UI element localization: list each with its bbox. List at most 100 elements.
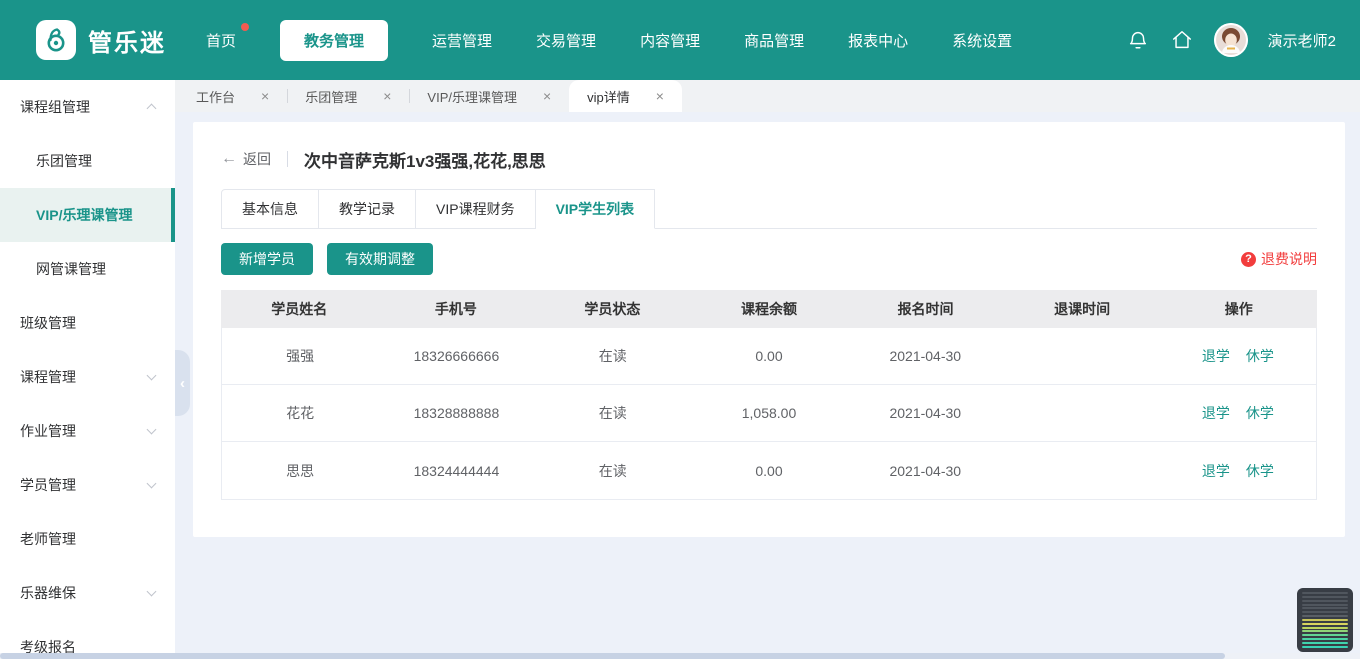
sidebar-item[interactable]: 乐团管理 (0, 134, 175, 188)
nav-item[interactable]: 系统设置 (952, 30, 1012, 51)
sidebar-item[interactable]: 老师管理 (0, 512, 175, 566)
detail-tab[interactable]: 教学记录 (319, 189, 416, 229)
notification-dot-icon (241, 23, 249, 31)
home-icon[interactable] (1170, 28, 1194, 52)
sidebar-item[interactable]: 乐器维保 (0, 566, 175, 620)
suspend-link[interactable]: 休学 (1246, 346, 1274, 366)
brand[interactable]: 管乐迷 (36, 20, 166, 60)
detail-tab[interactable]: VIP学生列表 (536, 189, 656, 229)
detail-tab-label: 教学记录 (339, 199, 395, 219)
workspace-tab[interactable]: 工作台× (178, 80, 287, 112)
fps-stripe (1302, 630, 1348, 632)
fps-stripe (1302, 615, 1348, 617)
fps-stripe (1302, 604, 1348, 606)
brand-logo-icon (36, 20, 76, 60)
detail-tabs: 基本信息 教学记录 VIP课程财务 VIP学生列表 (221, 189, 1317, 229)
avatar[interactable] (1214, 23, 1248, 57)
nav-item[interactable]: 交易管理 (536, 30, 596, 51)
brand-name: 管乐迷 (88, 23, 166, 58)
nav-item[interactable]: 教务管理 (280, 20, 388, 61)
table-cell: 1,058.00 (691, 385, 847, 441)
fps-stripe (1302, 592, 1348, 594)
table-cell (1003, 442, 1159, 499)
refund-note[interactable]: ? 退费说明 (1241, 249, 1317, 269)
page-title: 次中音萨克斯1v3强强,花花,思思 (304, 147, 546, 172)
nav-item-label: 运营管理 (432, 33, 492, 50)
actions-row: 新增学员有效期调整 ? 退费说明 (221, 243, 1317, 275)
fps-stripe (1302, 611, 1348, 613)
detail-tab-label: VIP学生列表 (556, 199, 635, 219)
nav-item-label: 教务管理 (304, 33, 364, 50)
workspace-tabstrip: 工作台×乐团管理×VIP/乐理课管理×vip详情× (175, 80, 1360, 112)
add-student-button[interactable]: 新增学员 (221, 243, 313, 275)
sidebar-item-label: 学员管理 (20, 475, 76, 495)
close-icon[interactable]: × (261, 89, 269, 103)
table-cell (1003, 328, 1159, 384)
sidebar-item[interactable]: VIP/乐理课管理 (0, 188, 175, 242)
table-cell: 18324444444 (378, 442, 534, 499)
divider (287, 151, 288, 167)
close-icon[interactable]: × (543, 89, 551, 103)
chevron-up-icon (147, 104, 157, 114)
detail-tab[interactable]: 基本信息 (221, 189, 319, 229)
workspace-tab[interactable]: vip详情 × (569, 80, 682, 112)
bell-icon[interactable] (1126, 28, 1150, 52)
nav-item[interactable]: 首页 (206, 30, 236, 51)
table-body: 强强18326666666在读0.002021-04-30退学休学花花18328… (222, 328, 1316, 499)
withdraw-link[interactable]: 退学 (1202, 346, 1230, 366)
sidebar-item-label: 老师管理 (20, 529, 76, 549)
table-cell: 18328888888 (378, 385, 534, 441)
suspend-link[interactable]: 休学 (1246, 403, 1274, 423)
fps-stripe (1302, 634, 1348, 636)
sidebar-item[interactable]: 网管课管理 (0, 242, 175, 296)
sidebar-collapse-handle[interactable]: ‹ (175, 350, 190, 416)
sidebar-item[interactable]: 学员管理 (0, 458, 175, 512)
sidebar-item[interactable]: 课程管理 (0, 350, 175, 404)
table-cell: 在读 (535, 442, 691, 499)
table-header: 学员姓名手机号学员状态课程余额报名时间退课时间操作 (221, 290, 1317, 328)
nav-item[interactable]: 报表中心 (848, 30, 908, 51)
withdraw-link[interactable]: 退学 (1202, 461, 1230, 481)
workspace-tab-label: 乐团管理 (305, 87, 357, 106)
back-label: 返回 (243, 149, 271, 169)
fps-stripe (1302, 646, 1348, 648)
fps-stripe (1302, 596, 1348, 598)
sidebar-item[interactable]: 作业管理 (0, 404, 175, 458)
fps-stripe (1302, 638, 1348, 640)
close-icon[interactable]: × (383, 89, 391, 103)
detail-tab-label: 基本信息 (242, 199, 298, 219)
validity-adjust-button[interactable]: 有效期调整 (327, 243, 433, 275)
workspace-tab[interactable]: 乐团管理 × (287, 80, 409, 112)
chevron-down-icon (147, 371, 157, 381)
workspace-tab-label: vip详情 (587, 87, 630, 106)
scrollbar-thumb[interactable] (0, 653, 1225, 659)
back-button[interactable]: ← 返回 (221, 149, 271, 169)
table-cell: 0.00 (691, 442, 847, 499)
detail-tab-label: VIP课程财务 (436, 199, 515, 219)
withdraw-link[interactable]: 退学 (1202, 403, 1230, 423)
fps-meter-widget (1297, 588, 1353, 652)
workspace-tab[interactable]: VIP/乐理课管理× (409, 80, 569, 112)
close-icon[interactable]: × (656, 89, 664, 103)
nav-item[interactable]: 内容管理 (640, 30, 700, 51)
table-cell: 强强 (222, 328, 378, 384)
table-row: 思思18324444444在读0.002021-04-30退学休学 (222, 442, 1316, 499)
detail-tab[interactable]: VIP课程财务 (416, 189, 536, 229)
table-cell: 思思 (222, 442, 378, 499)
horizontal-scrollbar[interactable] (0, 653, 1360, 659)
fps-stripe (1302, 607, 1348, 609)
nav-item[interactable]: 商品管理 (744, 30, 804, 51)
fps-stripe (1302, 623, 1348, 625)
action-buttons: 新增学员有效期调整 (221, 243, 447, 275)
user-name[interactable]: 演示老师2 (1268, 30, 1336, 51)
sidebar-item[interactable]: 班级管理 (0, 296, 175, 350)
table-actions-cell: 退学休学 (1160, 385, 1316, 441)
nav-item[interactable]: 运营管理 (432, 30, 492, 51)
main-nav: 首页 教务管理 运营管理 交易管理 内容管理 商品管理 报表中心 系统设置 (206, 20, 1012, 61)
suspend-link[interactable]: 休学 (1246, 461, 1274, 481)
chevron-left-icon: ‹ (180, 375, 185, 392)
refund-note-label: 退费说明 (1261, 249, 1317, 269)
sidebar-item[interactable]: 课程组管理 (0, 80, 175, 134)
fps-stripe (1302, 619, 1348, 621)
table-row: 强强18326666666在读0.002021-04-30退学休学 (222, 328, 1316, 385)
